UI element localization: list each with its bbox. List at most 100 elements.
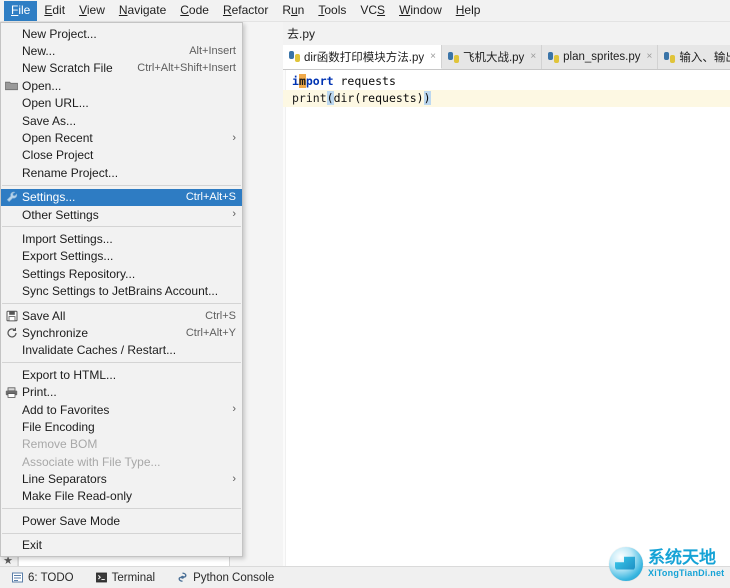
python-file-icon xyxy=(548,51,560,63)
statusbar-item-label: Terminal xyxy=(111,571,156,584)
no-icon xyxy=(1,488,22,505)
no-icon xyxy=(1,537,22,554)
file-menu-item-new[interactable]: New... Alt+Insert xyxy=(1,42,242,59)
menu-item-label: New... xyxy=(22,44,56,59)
file-menu-item-settings[interactable]: Settings... Ctrl+Alt+S xyxy=(1,188,242,206)
watermark-text: 系统天地 XiTongTianDi.net xyxy=(648,548,725,579)
file-menu-item-add-to-favorites[interactable]: Add to Favorites › xyxy=(1,401,242,418)
chevron-right-icon: › xyxy=(232,208,236,221)
code-editor[interactable]: import requests print(dir(requests)) xyxy=(283,70,730,566)
menu-item-label: Settings Repository... xyxy=(22,266,136,281)
chevron-right-icon: › xyxy=(232,403,236,415)
menu-item-label: File Encoding xyxy=(22,419,95,434)
menu-separator xyxy=(2,302,241,304)
menubar-item-code[interactable]: Code xyxy=(173,1,216,21)
file-menu-item-line-separators[interactable]: Line Separators › xyxy=(1,470,242,487)
menu-item-label: Line Separators xyxy=(22,472,107,487)
file-menu-item-open[interactable]: Open... xyxy=(1,77,242,94)
close-icon[interactable]: × xyxy=(430,51,436,62)
file-menu-item-close-project[interactable]: Close Project xyxy=(1,147,242,164)
no-icon xyxy=(1,25,22,42)
menubar-item-run[interactable]: Run xyxy=(275,1,311,21)
no-icon xyxy=(1,164,22,181)
todo-icon xyxy=(12,572,23,583)
menu-item-label: Sync Settings to JetBrains Account... xyxy=(22,284,219,299)
file-menu-item-remove-bom: Remove BOM xyxy=(1,436,242,453)
editor-pane: 去.py dir函数打印模块方法.py × 飞机大战.py × plan_sprites… xyxy=(283,22,730,566)
menu-item-label: Print... xyxy=(22,385,57,400)
menu-item-label: Open URL... xyxy=(22,96,89,111)
no-icon xyxy=(1,147,22,164)
file-menu-item-synchronize[interactable]: Synchronize Ctrl+Alt+Y xyxy=(1,324,242,341)
menubar-item-edit[interactable]: Edit xyxy=(37,1,72,21)
file-menu-item-open-recent[interactable]: Open Recent › xyxy=(1,129,242,146)
file-menu-item-new-project[interactable]: New Project... xyxy=(1,25,242,42)
watermark-chinese: 系统天地 xyxy=(648,548,716,567)
sync-icon xyxy=(1,324,22,341)
no-icon xyxy=(1,366,22,383)
menu-item-label: Remove BOM xyxy=(22,437,98,452)
no-icon xyxy=(1,112,22,129)
editor-gutter xyxy=(283,70,286,566)
menu-item-label: Synchronize xyxy=(22,325,89,340)
menu-item-shortcut: Ctrl+S xyxy=(205,309,236,322)
file-menu-item-sync-settings-to-jetbrains-account[interactable]: Sync Settings to JetBrains Account... xyxy=(1,282,242,299)
menu-item-label: Open... xyxy=(22,78,62,93)
file-menu-dropdown[interactable]: New Project... New... Alt+Insert New Scratc… xyxy=(0,22,243,557)
editor-tab-2[interactable]: plan_sprites.py × xyxy=(542,45,659,69)
save-icon xyxy=(1,307,22,324)
file-menu-item-new-scratch-file[interactable]: New Scratch File Ctrl+Alt+Shift+Insert xyxy=(1,60,242,77)
editor-tab-3[interactable]: 输入、输出.py× xyxy=(658,45,730,69)
file-menu-item-make-file-read-only[interactable]: Make File Read-only xyxy=(1,488,242,505)
menu-item-label: Invalidate Caches / Restart... xyxy=(22,343,177,358)
menu-item-label: Rename Project... xyxy=(22,165,119,180)
file-menu-item-print[interactable]: Print... xyxy=(1,383,242,400)
menubar-item-view[interactable]: View xyxy=(72,1,112,21)
menubar-item-vcs[interactable]: VCS xyxy=(353,1,392,21)
no-icon xyxy=(1,401,22,418)
no-icon xyxy=(1,453,22,470)
menu-separator xyxy=(2,226,241,228)
chevron-right-icon: › xyxy=(232,131,236,144)
printer-icon xyxy=(1,384,22,401)
file-menu-item-save-as[interactable]: Save As... xyxy=(1,112,242,129)
editor-tab-1[interactable]: 飞机大战.py × xyxy=(441,45,543,69)
code-line-2: print(dir(requests)) xyxy=(292,90,431,107)
statusbar-item-python-console[interactable]: Python Console xyxy=(177,572,274,584)
menu-item-label: Exit xyxy=(22,538,43,553)
editor-tab-label: 飞机大战.py xyxy=(462,52,525,64)
file-menu-item-open-url[interactable]: Open URL... xyxy=(1,95,242,112)
no-icon xyxy=(1,512,22,529)
menu-item-shortcut: Ctrl+Alt+Y xyxy=(185,326,236,339)
menubar-item-file[interactable]: File xyxy=(4,0,38,21)
editor-tab-0[interactable]: dir函数打印模块方法.py × xyxy=(283,45,442,69)
watermark-english: XiTongTianDi.net xyxy=(648,568,725,578)
file-menu-item-rename-project[interactable]: Rename Project... xyxy=(1,164,242,181)
menubar-item-navigate[interactable]: Navigate xyxy=(112,1,173,21)
close-icon[interactable]: × xyxy=(647,52,653,62)
no-icon xyxy=(1,471,22,488)
menubar-item-refactor[interactable]: Refactor xyxy=(216,1,275,21)
menu-item-label: Settings... xyxy=(22,190,76,205)
editor-tab-label: 输入、输出.py xyxy=(679,52,730,64)
statusbar-item-terminal[interactable]: Terminal xyxy=(95,571,156,584)
close-icon[interactable]: × xyxy=(530,52,536,62)
file-menu-item-other-settings[interactable]: Other Settings › xyxy=(1,206,242,223)
file-menu-item-exit[interactable]: Exit xyxy=(1,537,242,554)
file-menu-item-settings-repository[interactable]: Settings Repository... xyxy=(1,265,242,282)
menu-bar: File Edit View Navigate Code Refactor Run Tools… xyxy=(0,0,730,22)
code-bracket-open: ( xyxy=(326,91,334,105)
file-menu-item-export-to-html[interactable]: Export to HTML... xyxy=(1,366,242,383)
statusbar-item-6-todo[interactable]: 6: TODO xyxy=(12,572,74,584)
menubar-item-help[interactable]: Help xyxy=(449,1,488,21)
file-menu-item-export-settings[interactable]: Export Settings... xyxy=(1,248,242,265)
file-menu-item-file-encoding[interactable]: File Encoding xyxy=(1,418,242,435)
file-menu-item-import-settings[interactable]: Import Settings... xyxy=(1,230,242,247)
file-menu-item-save-all[interactable]: Save All Ctrl+S xyxy=(1,307,242,324)
file-menu-item-associate-with-file-type: Associate with File Type... xyxy=(1,453,242,470)
menubar-item-window[interactable]: Window xyxy=(392,1,449,21)
no-icon xyxy=(1,60,22,77)
file-menu-item-power-save-mode[interactable]: Power Save Mode xyxy=(1,512,242,529)
file-menu-item-invalidate-caches-restart[interactable]: Invalidate Caches / Restart... xyxy=(1,342,242,359)
menubar-item-tools[interactable]: Tools xyxy=(311,1,353,21)
